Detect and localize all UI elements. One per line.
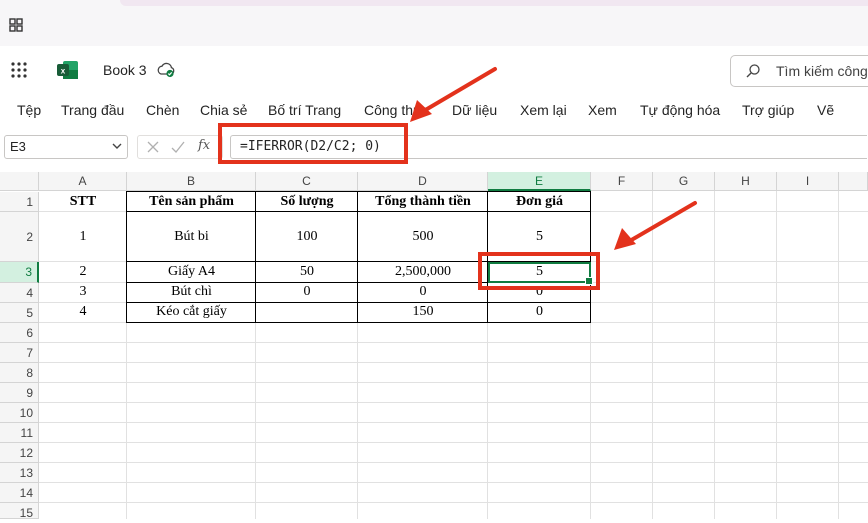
row-header-14[interactable]: 14 bbox=[0, 483, 39, 503]
table-cell[interactable]: 0 bbox=[358, 284, 488, 300]
row-header-8[interactable]: 8 bbox=[0, 363, 39, 383]
table-header-cell[interactable]: Số lượng bbox=[256, 194, 358, 210]
grid-line bbox=[39, 382, 868, 383]
row-header-3[interactable]: 3 bbox=[0, 262, 39, 283]
tab-home[interactable]: Trang đầu bbox=[61, 102, 124, 118]
cloud-saved-icon[interactable] bbox=[156, 62, 176, 78]
table-cell[interactable]: 50 bbox=[256, 264, 358, 280]
table-cell[interactable]: 4 bbox=[39, 304, 127, 320]
annotation-arrow-icon bbox=[410, 67, 497, 122]
column-header-c[interactable]: C bbox=[256, 172, 358, 191]
app-launcher-icon[interactable] bbox=[10, 61, 28, 79]
column-header-b[interactable]: B bbox=[127, 172, 256, 191]
grid-line bbox=[39, 442, 868, 443]
tab-insert[interactable]: Chèn bbox=[146, 102, 179, 118]
grid-line bbox=[39, 402, 868, 403]
column-header-e[interactable]: E bbox=[488, 172, 591, 191]
table-cell[interactable]: 2,500,000 bbox=[358, 264, 488, 280]
grid-line bbox=[39, 462, 868, 463]
excel-logo-icon: x bbox=[57, 61, 78, 79]
search-box[interactable]: Tìm kiếm công bbox=[730, 55, 868, 87]
name-box[interactable]: E3 bbox=[4, 135, 128, 159]
row-header-2[interactable]: 2 bbox=[0, 212, 39, 262]
annotation-arrow-icon bbox=[614, 201, 697, 250]
tab-share[interactable]: Chia sẻ bbox=[200, 102, 247, 118]
tab-view[interactable]: Xem bbox=[588, 102, 617, 118]
table-cell[interactable]: 100 bbox=[256, 229, 358, 245]
enter-check-icon[interactable] bbox=[170, 140, 186, 154]
column-header-a[interactable]: A bbox=[39, 172, 127, 191]
table-cell[interactable]: 5 bbox=[488, 229, 591, 245]
table-cell[interactable]: 2 bbox=[39, 264, 127, 280]
table-border bbox=[126, 211, 591, 212]
window-grid-icon[interactable] bbox=[9, 18, 23, 32]
grid-line bbox=[776, 191, 777, 519]
grid-line bbox=[838, 191, 839, 519]
name-box-value: E3 bbox=[10, 139, 26, 154]
column-header-i[interactable]: I bbox=[777, 172, 839, 191]
svg-text:x: x bbox=[61, 67, 66, 76]
table-header-cell[interactable]: Tổng thành tiền bbox=[358, 194, 488, 210]
grid-line bbox=[39, 502, 868, 503]
row-header-4[interactable]: 4 bbox=[0, 283, 39, 303]
search-placeholder: Tìm kiếm công bbox=[776, 63, 868, 79]
table-border bbox=[126, 191, 591, 192]
insert-function-button[interactable]: fx bbox=[198, 138, 210, 153]
table-header-cell[interactable]: STT bbox=[39, 194, 127, 210]
table-cell[interactable]: 0 bbox=[488, 304, 591, 320]
column-header-h[interactable]: H bbox=[715, 172, 777, 191]
table-cell[interactable]: Kéo cắt giấy bbox=[127, 304, 256, 320]
tab-page-layout[interactable]: Bố trí Trang bbox=[268, 102, 341, 118]
table-border bbox=[126, 302, 591, 303]
row-header-13[interactable]: 13 bbox=[0, 463, 39, 483]
table-header-cell[interactable]: Tên sản phẩm bbox=[127, 194, 256, 210]
column-header-j[interactable] bbox=[839, 172, 868, 191]
column-header-d[interactable]: D bbox=[358, 172, 488, 191]
tab-automate[interactable]: Tự động hóa bbox=[640, 102, 720, 118]
tab-review[interactable]: Xem lại bbox=[520, 102, 567, 118]
column-header-f[interactable]: F bbox=[591, 172, 653, 191]
grid-line bbox=[39, 342, 868, 343]
table-cell[interactable]: 150 bbox=[358, 304, 488, 320]
table-cell[interactable]: Giấy A4 bbox=[127, 264, 256, 280]
grid-line bbox=[39, 422, 868, 423]
column-header-g[interactable]: G bbox=[653, 172, 715, 191]
annotation-box-formula bbox=[218, 123, 408, 164]
table-cell[interactable]: Bút chì bbox=[127, 284, 256, 300]
row-header-11[interactable]: 11 bbox=[0, 423, 39, 443]
table-cell[interactable]: 1 bbox=[39, 229, 127, 245]
table-cell[interactable]: 3 bbox=[39, 284, 127, 300]
browser-top-strip bbox=[0, 0, 868, 46]
tab-draw[interactable]: Vẽ bbox=[817, 102, 834, 118]
chevron-down-icon bbox=[112, 143, 122, 149]
workbook-title[interactable]: Book 3 bbox=[103, 62, 147, 78]
tab-file[interactable]: Tệp bbox=[17, 102, 41, 118]
select-all-corner[interactable] bbox=[0, 172, 39, 191]
row-header-9[interactable]: 9 bbox=[0, 383, 39, 403]
table-cell[interactable]: 500 bbox=[358, 229, 488, 245]
cancel-icon[interactable] bbox=[146, 140, 160, 154]
row-header-12[interactable]: 12 bbox=[0, 443, 39, 463]
formula-tools: fx bbox=[137, 135, 223, 159]
row-header-10[interactable]: 10 bbox=[0, 403, 39, 423]
table-border bbox=[126, 322, 591, 323]
grid-line bbox=[39, 482, 868, 483]
row-header-6[interactable]: 6 bbox=[0, 323, 39, 343]
grid-line bbox=[39, 362, 868, 363]
annotation-box-cell bbox=[478, 252, 600, 290]
tab-help[interactable]: Trợ giúp bbox=[742, 102, 794, 118]
table-cell[interactable]: Bút bi bbox=[127, 229, 256, 245]
table-header-cell[interactable]: Đơn giá bbox=[488, 194, 591, 210]
row-header-5[interactable]: 5 bbox=[0, 303, 39, 323]
search-icon bbox=[746, 64, 760, 78]
grid-line bbox=[714, 191, 715, 519]
table-cell[interactable]: 0 bbox=[256, 284, 358, 300]
row-header-1[interactable]: 1 bbox=[0, 192, 39, 212]
row-header-15[interactable]: 15 bbox=[0, 503, 39, 520]
tab-strip-background bbox=[120, 0, 868, 6]
spreadsheet-grid[interactable]: A B C D E F G H I bbox=[0, 172, 868, 519]
row-header-7[interactable]: 7 bbox=[0, 343, 39, 363]
